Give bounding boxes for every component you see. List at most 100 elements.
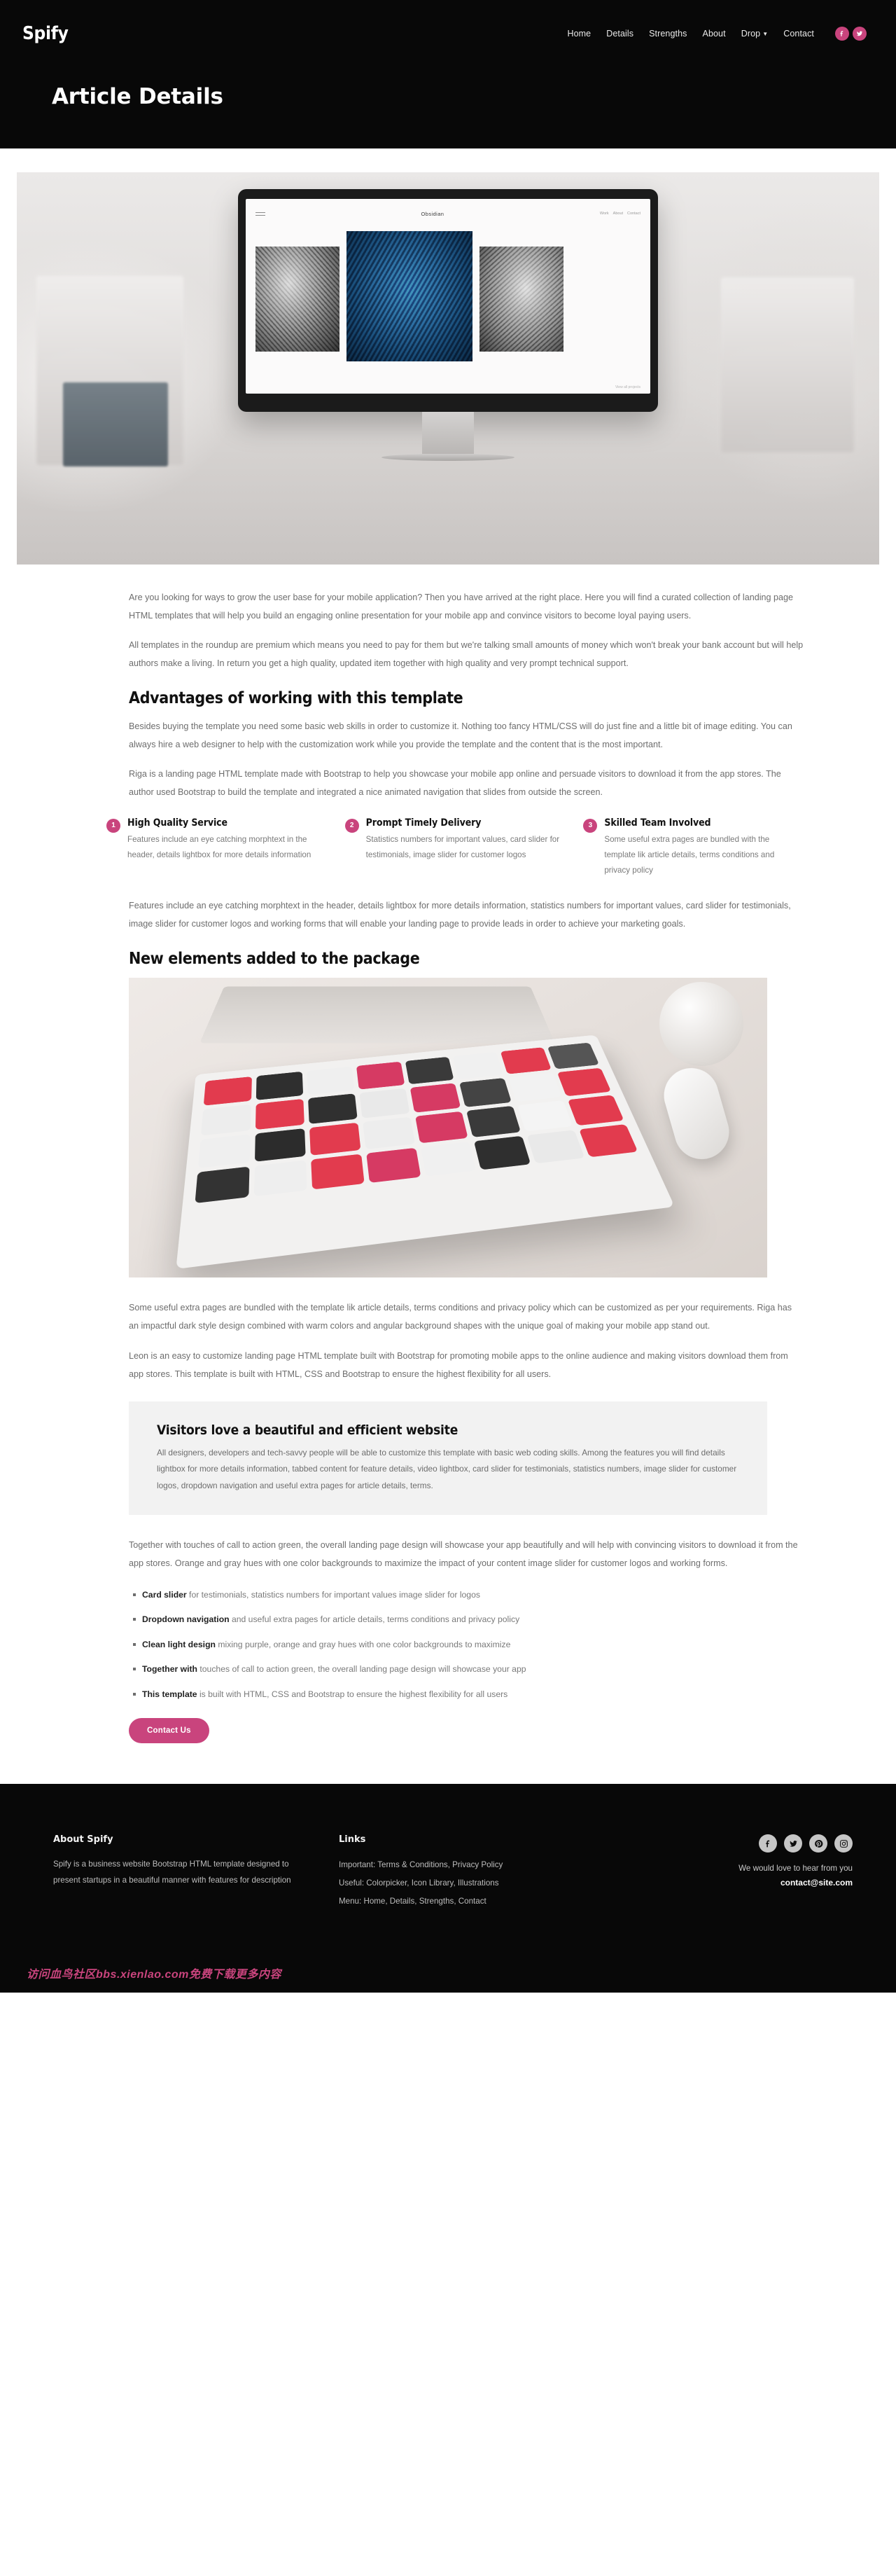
monitor-base	[382, 454, 514, 461]
twitter-icon[interactable]	[853, 27, 867, 41]
app-tile	[204, 1076, 252, 1106]
app-tile	[254, 1161, 307, 1197]
footer-link-important[interactable]: Important: Terms & Conditions, Privacy P…	[339, 1856, 599, 1874]
bullet-rest: is built with HTML, CSS and Bootstrap to…	[197, 1689, 508, 1699]
monitor-stand	[422, 412, 474, 454]
footer-contact-column: We would love to hear from you contact@s…	[599, 1834, 867, 1911]
hero-image: Obsidian Work About Contact View all pro…	[17, 172, 879, 565]
secondary-image	[129, 978, 767, 1277]
footer-links-heading: Links	[339, 1834, 599, 1845]
bullet-list: Card slider for testimonials, statistics…	[133, 1588, 809, 1702]
mockup-footer-text: View all projects	[615, 385, 640, 389]
app-tile	[474, 1136, 531, 1170]
app-tile	[363, 1117, 415, 1149]
nav-item-drop[interactable]: Drop ▼	[741, 29, 769, 39]
nav-item-about[interactable]: About	[703, 29, 726, 39]
footer-about-column: About Spify Spify is a business website …	[53, 1834, 305, 1911]
footer-social-links	[599, 1834, 853, 1853]
nav-label: Strengths	[649, 29, 687, 39]
twitter-icon[interactable]	[784, 1834, 802, 1853]
new-elements-heading: New elements added to the package	[129, 950, 809, 968]
bullet-bold: Card slider	[142, 1590, 187, 1600]
app-tile	[359, 1088, 410, 1119]
mockup-topbar: Obsidian Work About Contact	[255, 207, 640, 220]
nav-label: Home	[567, 29, 591, 39]
nav-item-home[interactable]: Home	[567, 29, 591, 39]
feature-text: Statistics numbers for important values,…	[366, 832, 564, 864]
app-tile	[198, 1135, 251, 1169]
app-tile	[459, 1078, 512, 1107]
mockup-gallery	[255, 231, 640, 364]
app-tile	[509, 1073, 562, 1102]
advantages-paragraph-2: Riga is a landing page HTML template mad…	[87, 765, 809, 801]
nav-label: About	[703, 29, 726, 39]
feature-list: 1 High Quality Service Features include …	[106, 817, 809, 879]
nav-item-details[interactable]: Details	[606, 29, 634, 39]
footer-links-column: Links Important: Terms & Conditions, Pri…	[305, 1834, 599, 1911]
header-social-links	[835, 27, 867, 41]
cta-row: Contact Us	[129, 1718, 809, 1784]
monitor-screen: Obsidian Work About Contact View all pro…	[246, 199, 650, 394]
list-item: Clean light design mixing purple, orange…	[133, 1638, 809, 1652]
nav-item-strengths[interactable]: Strengths	[649, 29, 687, 39]
callout-heading: Visitors love a beautiful and efficient …	[157, 1422, 739, 1438]
feature-title: High Quality Service	[127, 817, 326, 829]
footer-email[interactable]: contact@site.com	[599, 1878, 853, 1888]
app-tile	[255, 1128, 306, 1162]
feature-text: Features include an eye catching morphte…	[127, 832, 326, 864]
feature-title: Skilled Team Involved	[604, 817, 802, 829]
app-tile	[500, 1048, 552, 1074]
main-navigation: Home Details Strengths About Drop ▼ Conta…	[567, 27, 867, 41]
feature-number-badge: 3	[583, 819, 597, 833]
monitor-mockup: Obsidian Work About Contact View all pro…	[238, 189, 658, 461]
footer-note: We would love to hear from you	[599, 1864, 853, 1873]
footer-link-menu[interactable]: Menu: Home, Details, Strengths, Contact	[339, 1892, 599, 1911]
app-tile	[547, 1043, 599, 1069]
laptop-edge	[200, 987, 555, 1044]
app-tile	[453, 1052, 503, 1079]
article-body: Are you looking for ways to grow the use…	[87, 565, 809, 1784]
nav-label: Drop	[741, 29, 761, 39]
advantages-heading: Advantages of working with this template	[129, 689, 809, 707]
hero-image-section: Obsidian Work About Contact View all pro…	[0, 148, 896, 565]
pinterest-icon[interactable]	[809, 1834, 827, 1853]
brand-logo[interactable]: Spify	[7, 23, 69, 44]
bullet-bold: Dropdown navigation	[142, 1614, 230, 1624]
feature-text: Some useful extra pages are bundled with…	[604, 832, 802, 879]
nav-item-contact[interactable]: Contact	[783, 29, 814, 39]
bullet-rest: and useful extra pages for article detai…	[230, 1614, 520, 1624]
app-tile	[466, 1106, 521, 1137]
page-title: Article Details	[52, 84, 896, 109]
facebook-icon[interactable]	[759, 1834, 777, 1853]
feature-number-badge: 2	[345, 819, 359, 833]
gallery-thumb	[255, 247, 340, 352]
nav-label: Details	[606, 29, 634, 39]
app-tile	[256, 1072, 303, 1100]
instagram-icon[interactable]	[834, 1834, 853, 1853]
hamburger-icon	[255, 210, 265, 218]
app-tile	[405, 1057, 454, 1084]
footer-about-heading: About Spify	[53, 1834, 305, 1845]
bullet-rest: for testimonials, statistics numbers for…	[187, 1590, 480, 1600]
app-tile	[415, 1112, 468, 1144]
hero-left-object-secondary	[63, 382, 168, 466]
list-item: Together with touches of call to action …	[133, 1663, 809, 1677]
list-item: Card slider for testimonials, statistics…	[133, 1588, 809, 1602]
gallery-thumb	[346, 231, 472, 361]
app-tile	[307, 1067, 354, 1095]
bullet-bold: Together with	[142, 1664, 197, 1674]
app-tile	[309, 1123, 360, 1156]
hero-right-object	[721, 277, 854, 452]
watermark-text: 访问血鸟社区bbs.xienlao.com免费下载更多内容	[0, 1952, 896, 1993]
site-header: Spify Home Details Strengths About Drop ▼…	[0, 0, 896, 67]
app-tile	[201, 1105, 251, 1136]
bullet-rest: mixing purple, orange and gray hues with…	[216, 1640, 510, 1649]
app-tile	[410, 1083, 461, 1113]
app-tile	[366, 1148, 421, 1183]
page-title-band: Article Details	[0, 67, 896, 148]
contact-us-button[interactable]: Contact Us	[129, 1718, 209, 1743]
after-image-paragraph-2: Leon is an easy to customize landing pag…	[87, 1347, 809, 1383]
footer-link-useful[interactable]: Useful: Colorpicker, Icon Library, Illus…	[339, 1874, 599, 1892]
facebook-icon[interactable]	[835, 27, 849, 41]
app-tile	[568, 1095, 624, 1126]
